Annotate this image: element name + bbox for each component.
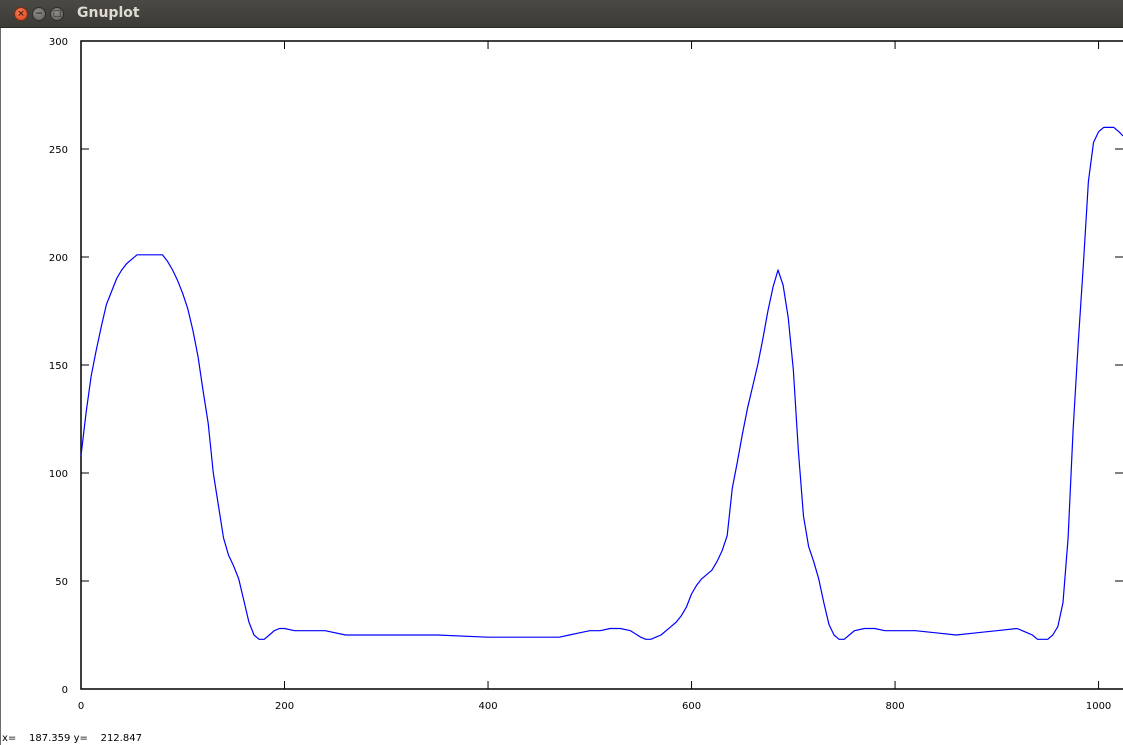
coordinate-readout: x= 187.359 y= 212.847 [2,733,142,744]
window-title: Gnuplot [77,5,140,21]
y-tick-label: 100 [49,469,68,480]
y-tick-label: 50 [55,577,68,588]
y-tick-label: 250 [49,145,68,156]
y-tick-label: 0 [62,685,68,696]
plot-tick-labels: 0 200 400 600 800 1000 0 50 100 150 200 250 300 [49,37,1111,712]
x-tick-label: 0 [78,701,84,712]
data-series-line [80,126,1123,640]
window-titlebar: × − □ Gnuplot [0,0,1123,28]
x-tick-label: 200 [275,701,294,712]
x-tick-label: 400 [478,701,497,712]
plot-canvas[interactable]: 0 200 400 600 800 1000 0 50 100 150 200 250 300 [0,28,1123,732]
maximize-icon: □ [52,8,62,19]
readout-x-label: x= [2,733,17,744]
plot-axes [80,40,1123,690]
y-tick-label: 200 [49,253,68,264]
maximize-window-button[interactable]: □ [50,7,64,21]
close-icon: × [17,8,25,19]
y-tick-label: 150 [49,361,68,372]
plot-border [80,40,1123,690]
minimize-icon: − [35,8,43,19]
x-tick-label: 1000 [1086,701,1111,712]
y-tick-label: 300 [49,37,68,48]
plot-ticks [80,40,1123,690]
readout-x-value: 187.359 [29,733,71,744]
readout-y-label: y= [73,733,88,744]
x-tick-label: 800 [886,701,905,712]
close-window-button[interactable]: × [14,7,28,21]
minimize-window-button[interactable]: − [32,7,46,21]
plot-series [80,126,1123,640]
x-tick-label: 600 [682,701,701,712]
readout-y-value: 212.847 [100,733,142,744]
